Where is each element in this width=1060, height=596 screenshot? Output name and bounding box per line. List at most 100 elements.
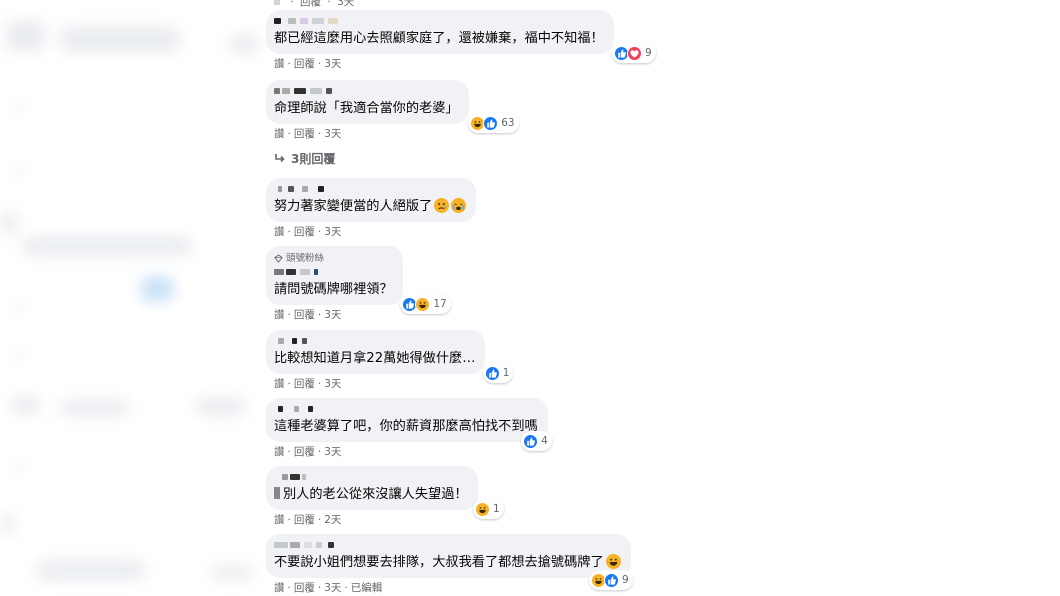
timestamp[interactable]: 3天 — [324, 58, 341, 71]
like-link[interactable]: 讚 — [274, 58, 285, 71]
reaction-count: 9 — [622, 573, 629, 586]
view-replies-link[interactable]: 3則回覆 — [274, 150, 335, 167]
badge-label: 頭號粉絲 — [286, 253, 325, 264]
timestamp[interactable]: 3天 — [337, 0, 354, 9]
comment-item: 不要說小姐們想要去排隊，大叔我看了都想去搶號碼牌了 9 讚 · 回覆 · 3天 · 已編輯 — [266, 534, 633, 595]
comment-text-body: 努力著家變便當的人絕版了 — [274, 199, 433, 214]
like-icon — [523, 433, 539, 449]
like-link[interactable]: 讚 — [274, 378, 285, 391]
haha-icon — [415, 296, 431, 312]
reply-arrow-icon — [275, 153, 285, 162]
like-link[interactable]: 讚 — [274, 514, 285, 527]
comment-meta: 讚 · 回覆 · 3天 — [274, 226, 342, 239]
timestamp[interactable]: 3天 — [324, 446, 341, 459]
reaction-summary[interactable]: 63 — [468, 113, 519, 133]
like-link[interactable]: 讚 — [274, 582, 285, 595]
reply-link[interactable]: 回覆 — [294, 58, 315, 71]
blurred-background-left — [0, 0, 262, 596]
blurred-author-name — [274, 267, 393, 279]
timestamp[interactable]: 3天 — [324, 582, 341, 595]
like-link[interactable]: 讚 — [274, 128, 285, 141]
timestamp[interactable]: 3天 — [324, 128, 341, 141]
reply-link[interactable]: 回覆 — [294, 582, 315, 595]
comment-meta: 讚 · 回覆 · 2天 — [274, 514, 342, 527]
comment-item: 命理師說「我適合當你的老婆」 63 讚 · 回覆 · 3天 — [266, 80, 519, 141]
comment-item: 比較想知道月拿22萬她得做什麼… 1 讚 · 回覆 · 3天 — [266, 330, 514, 391]
diamond-icon — [274, 254, 283, 263]
comment-item: 別人的老公從來沒讓人失望過！ 1 讚 · 回覆 · 2天 — [266, 466, 504, 527]
blurred-author-name — [274, 336, 475, 348]
blurred-author-name — [274, 472, 468, 484]
timestamp[interactable]: 3天 — [324, 226, 341, 239]
reply-link[interactable]: 回覆 — [294, 378, 315, 391]
like-icon — [484, 365, 500, 381]
comment-text: 都已經這麼用心去照顧家庭了，還被嫌棄，福中不知福！ — [274, 31, 604, 46]
comment-item: 努力著家變便當的人絕版了 讚 · 回覆 · 3天 — [266, 178, 477, 239]
comment-item: 都已經這麼用心去照顧家庭了，還被嫌棄，福中不知福！ 9 讚 · 回覆 · 3天 — [266, 10, 656, 71]
blank-background-right — [650, 0, 1060, 596]
blurred-author-name — [274, 540, 621, 552]
like-icon — [483, 115, 499, 131]
comment-bubble: 比較想知道月拿22萬她得做什麼… 1 — [266, 330, 514, 383]
reaction-summary[interactable]: 1 — [472, 499, 504, 519]
reaction-count: 4 — [541, 434, 548, 447]
comment-bubble: 別人的老公從來沒讓人失望過！ 1 — [266, 466, 504, 519]
comment-meta: 讚 · 回覆 · 3天 — [274, 309, 342, 322]
comment-meta: 讚 · 回覆 · 3天 — [274, 58, 342, 71]
reaction-count: 1 — [502, 366, 510, 379]
reply-link[interactable]: 回覆 — [294, 446, 315, 459]
comment-text: 別人的老公從來沒讓人失望過！ — [274, 486, 468, 503]
reaction-count: 63 — [501, 116, 515, 129]
comment-bubble: 努力著家變便當的人絕版了 — [266, 178, 477, 222]
screenshot-stage: · 回覆 · 3天 都已經這麼用心去照顧家庭了，還被嫌棄，福中不知福！ 9 讚 … — [0, 0, 1060, 596]
like-link[interactable]: 讚 — [274, 309, 285, 322]
comment-item: 這種老婆算了吧，你的薪資那麼高怕找不到嗎 4 讚 · 回覆 · 3天 — [266, 398, 552, 459]
reply-link[interactable]: 回覆 — [294, 514, 315, 527]
top-fan-badge: 頭號粉絲 — [274, 252, 393, 265]
rofl-emoji-icon — [605, 554, 621, 569]
like-icon — [604, 572, 619, 588]
comment-meta: 讚 · 回覆 · 3天 — [274, 446, 342, 459]
like-link[interactable]: 讚 — [274, 226, 285, 239]
comment-bubble: 都已經這麼用心去照顧家庭了，還被嫌棄，福中不知福！ 9 — [266, 10, 656, 63]
blurred-author-name — [274, 86, 459, 98]
haha-icon — [474, 501, 490, 517]
reaction-summary[interactable]: 9 — [589, 570, 633, 590]
blurred-author-name — [274, 16, 604, 28]
comment-bubble: 這種老婆算了吧，你的薪資那麼高怕找不到嗎 4 — [266, 398, 552, 451]
edited-label: 已編輯 — [350, 582, 383, 594]
reaction-count: 17 — [433, 297, 447, 310]
timestamp[interactable]: 3天 — [324, 378, 341, 391]
reply-link[interactable]: 回覆 — [294, 226, 315, 239]
comment-meta: 讚 · 回覆 · 3天 — [274, 128, 342, 141]
comment-text: 比較想知道月拿22萬她得做什麼… — [274, 351, 476, 366]
reply-link[interactable]: 回覆 — [300, 0, 321, 9]
reaction-summary[interactable]: 17 — [400, 294, 451, 314]
blur-block — [274, 0, 280, 5]
comment-text: 命理師說「我適合當你的老婆」 — [274, 101, 459, 116]
comment-bubble: 頭號粉絲 請問號碼牌哪裡領？ 17 — [266, 246, 451, 314]
reaction-summary[interactable]: 4 — [521, 431, 552, 451]
comment-text-body: 別人的老公從來沒讓人失望過！ — [283, 487, 468, 502]
comment-item: 頭號粉絲 請問號碼牌哪裡領？ 17 讚 · 回覆 · 3天 — [266, 246, 451, 322]
blur-block — [274, 487, 280, 499]
comment-text-body: 不要說小姐們想要去排隊，大叔我看了都想去搶號碼牌了 — [274, 555, 604, 570]
partial-comment-meta: · 回覆 · 3天 — [266, 0, 354, 9]
comment-text: 努力著家變便當的人絕版了 — [274, 198, 467, 215]
blurred-author-name — [274, 184, 466, 196]
love-icon — [627, 45, 642, 61]
comment-thread: · 回覆 · 3天 都已經這麼用心去照顧家庭了，還被嫌棄，福中不知福！ 9 讚 … — [262, 0, 662, 596]
comment-text: 請問號碼牌哪裡領？ — [274, 282, 393, 297]
reaction-count: 1 — [492, 502, 500, 515]
reply-link[interactable]: 回覆 — [294, 128, 315, 141]
reply-link[interactable]: 回覆 — [294, 309, 315, 322]
like-link[interactable]: 讚 — [274, 446, 285, 459]
crying-emoji-icon — [451, 198, 467, 213]
timestamp[interactable]: 2天 — [324, 514, 341, 527]
comment-meta: 讚 · 回覆 · 3天 · 已編輯 — [274, 582, 383, 595]
comment-bubble: 命理師說「我適合當你的老婆」 63 — [266, 80, 519, 133]
sad-emoji-icon — [434, 198, 450, 213]
comment-meta: 讚 · 回覆 · 3天 — [274, 378, 342, 391]
reaction-summary[interactable]: 1 — [482, 363, 514, 383]
timestamp[interactable]: 3天 — [324, 309, 341, 322]
